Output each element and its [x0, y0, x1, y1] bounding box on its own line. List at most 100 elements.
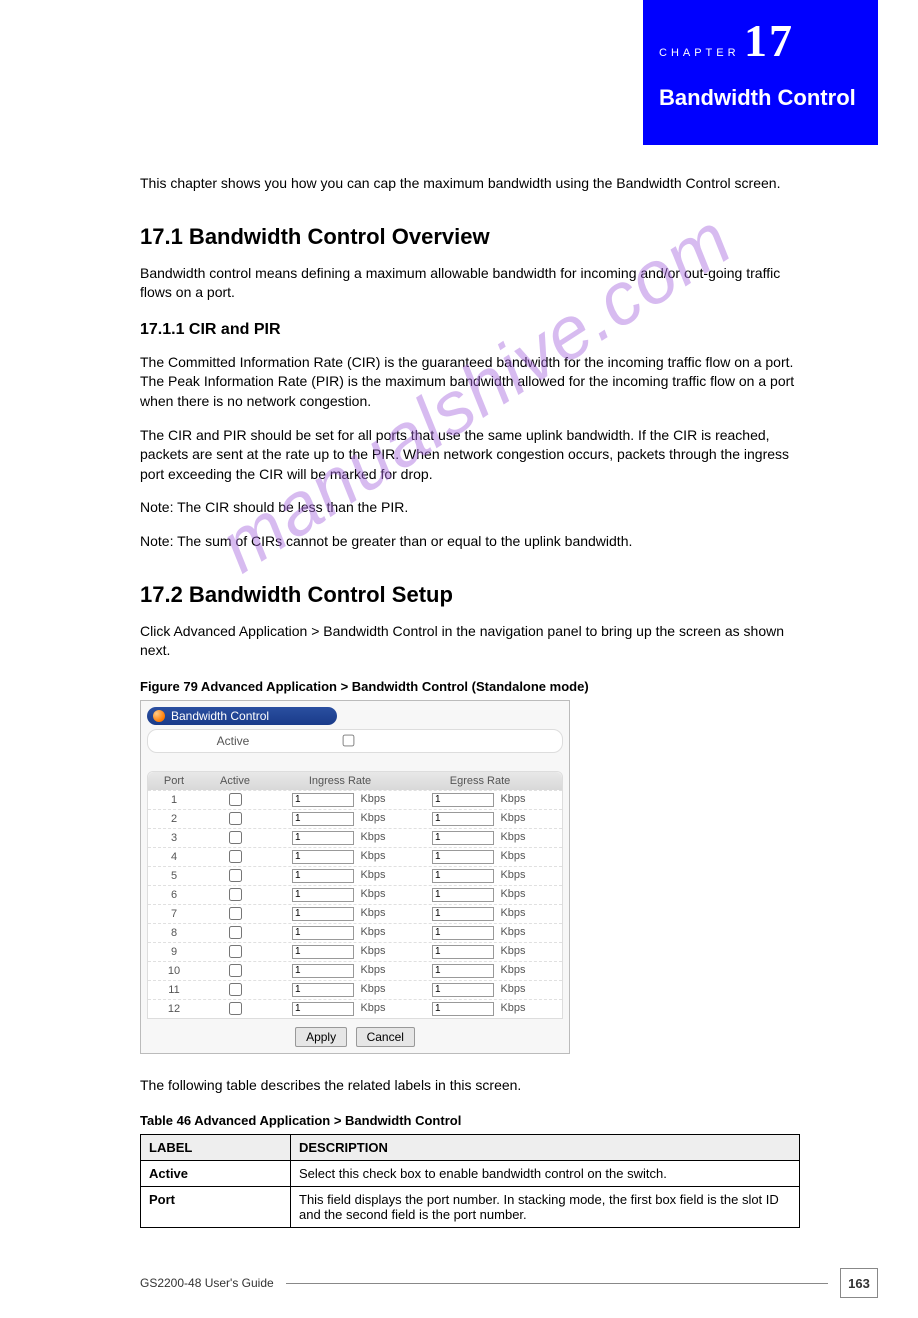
- egress-unit: Kbps: [494, 964, 528, 976]
- egress-rate-input[interactable]: [432, 812, 494, 826]
- global-active-checkbox[interactable]: [343, 735, 355, 747]
- row-active-checkbox[interactable]: [229, 945, 242, 958]
- bandwidth-control-panel: Bandwidth Control Active Port Active Ing…: [140, 700, 570, 1054]
- section-heading: 17.1 Bandwidth Control Overview: [140, 224, 798, 250]
- row-active-checkbox[interactable]: [229, 831, 242, 844]
- grid-header: Port Active Ingress Rate Egress Rate: [148, 772, 562, 790]
- ingress-unit: Kbps: [354, 793, 388, 805]
- row0-desc: Select this check box to enable bandwidt…: [291, 1161, 800, 1187]
- row-active-checkbox[interactable]: [229, 964, 242, 977]
- footer-guide: GS2200-48 User's Guide: [140, 1276, 274, 1290]
- panel-title-text: Bandwidth Control: [171, 709, 269, 723]
- egress-unit: Kbps: [494, 926, 528, 938]
- global-active-label: Active: [148, 734, 318, 748]
- ingress-unit: Kbps: [354, 907, 388, 919]
- note-2: Note: The sum of CIRs cannot be greater …: [140, 532, 798, 552]
- cancel-button[interactable]: Cancel: [356, 1027, 415, 1047]
- egress-rate-input[interactable]: [432, 1002, 494, 1016]
- ingress-unit: Kbps: [354, 888, 388, 900]
- panel-dot-icon: [153, 710, 165, 722]
- row-active-checkbox[interactable]: [229, 1002, 242, 1015]
- egress-unit: Kbps: [494, 945, 528, 957]
- ingress-unit: Kbps: [354, 850, 388, 862]
- table-row: 8 Kbps Kbps: [148, 923, 562, 942]
- ingress-rate-input[interactable]: [292, 831, 354, 845]
- ingress-rate-input[interactable]: [292, 888, 354, 902]
- ingress-unit: Kbps: [354, 945, 388, 957]
- page-number: 163: [840, 1268, 878, 1298]
- ingress-unit: Kbps: [354, 869, 388, 881]
- egress-unit: Kbps: [494, 907, 528, 919]
- egress-unit: Kbps: [494, 869, 528, 881]
- table-row: Active Select this check box to enable b…: [141, 1161, 800, 1187]
- egress-unit: Kbps: [494, 831, 528, 843]
- overview-p1: Bandwidth control means defining a maxim…: [140, 264, 798, 303]
- row-active-checkbox[interactable]: [229, 907, 242, 920]
- egress-rate-input[interactable]: [432, 907, 494, 921]
- row-active-checkbox[interactable]: [229, 812, 242, 825]
- ingress-rate-input[interactable]: [292, 793, 354, 807]
- ingress-rate-input[interactable]: [292, 812, 354, 826]
- egress-unit: Kbps: [494, 983, 528, 995]
- apply-button[interactable]: Apply: [295, 1027, 347, 1047]
- chapter-header: CHAPTER 17 Bandwidth Control: [643, 0, 878, 145]
- row1-desc: This field displays the port number. In …: [291, 1187, 800, 1228]
- th-label: LABEL: [141, 1135, 291, 1161]
- table-row: 12KbpsKbps: [148, 999, 562, 1018]
- note-1: Note: The CIR should be less than the PI…: [140, 498, 798, 518]
- port-number: 7: [148, 908, 200, 920]
- table-row: 7 Kbps Kbps: [148, 904, 562, 923]
- egress-rate-input[interactable]: [432, 964, 494, 978]
- port-number: 1: [148, 794, 200, 806]
- table-row: 3KbpsKbps: [148, 828, 562, 847]
- egress-rate-input[interactable]: [432, 945, 494, 959]
- table-row: 9 Kbps Kbps: [148, 942, 562, 961]
- section2-heading: 17.2 Bandwidth Control Setup: [140, 582, 798, 608]
- table-row: Port This field displays the port number…: [141, 1187, 800, 1228]
- port-number: 10: [148, 965, 200, 977]
- chapter-label: CHAPTER: [659, 47, 740, 59]
- ingress-rate-input[interactable]: [292, 869, 354, 883]
- egress-unit: Kbps: [494, 793, 528, 805]
- port-number: 9: [148, 946, 200, 958]
- row-active-checkbox[interactable]: [229, 888, 242, 901]
- egress-rate-input[interactable]: [432, 793, 494, 807]
- egress-unit: Kbps: [494, 888, 528, 900]
- ingress-rate-input[interactable]: [292, 926, 354, 940]
- row-active-checkbox[interactable]: [229, 850, 242, 863]
- ingress-rate-input[interactable]: [292, 1002, 354, 1016]
- row-active-checkbox[interactable]: [229, 793, 242, 806]
- ingress-rate-input[interactable]: [292, 964, 354, 978]
- table-lead: The following table describes the relate…: [140, 1076, 798, 1096]
- egress-rate-input[interactable]: [432, 983, 494, 997]
- ingress-unit: Kbps: [354, 812, 388, 824]
- row0-label: Active: [141, 1161, 291, 1187]
- egress-rate-input[interactable]: [432, 926, 494, 940]
- egress-rate-input[interactable]: [432, 888, 494, 902]
- ingress-rate-input[interactable]: [292, 983, 354, 997]
- col-port: Port: [148, 775, 200, 787]
- ingress-rate-input[interactable]: [292, 945, 354, 959]
- ingress-unit: Kbps: [354, 983, 388, 995]
- egress-rate-input[interactable]: [432, 850, 494, 864]
- egress-rate-input[interactable]: [432, 831, 494, 845]
- ingress-unit: Kbps: [354, 926, 388, 938]
- chapter-number: 17: [744, 15, 794, 66]
- panel-titlebar: Bandwidth Control: [147, 707, 337, 725]
- ingress-rate-input[interactable]: [292, 907, 354, 921]
- ingress-rate-input[interactable]: [292, 850, 354, 864]
- port-number: 3: [148, 832, 200, 844]
- ingress-unit: Kbps: [354, 964, 388, 976]
- row-active-checkbox[interactable]: [229, 926, 242, 939]
- table-row: 6KbpsKbps: [148, 885, 562, 904]
- col-ingress: Ingress Rate: [270, 775, 410, 787]
- col-active: Active: [200, 775, 270, 787]
- egress-unit: Kbps: [494, 850, 528, 862]
- th-desc: DESCRIPTION: [291, 1135, 800, 1161]
- egress-rate-input[interactable]: [432, 869, 494, 883]
- row-active-checkbox[interactable]: [229, 869, 242, 882]
- table-row: 1 Kbps Kbps: [148, 790, 562, 809]
- table-row: 2KbpsKbps: [148, 809, 562, 828]
- row-active-checkbox[interactable]: [229, 983, 242, 996]
- port-number: 8: [148, 927, 200, 939]
